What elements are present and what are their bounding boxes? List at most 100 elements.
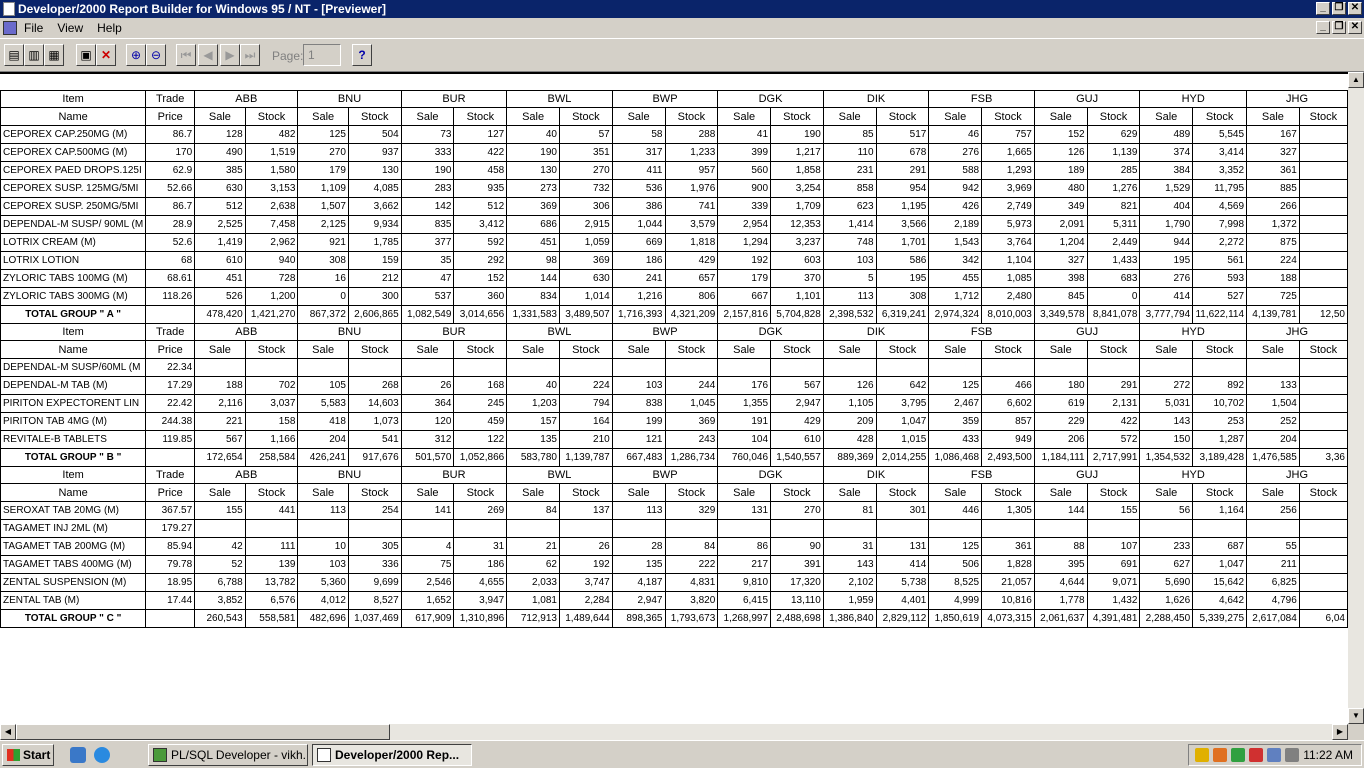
- first-page-icon[interactable]: ⏮: [176, 44, 196, 66]
- group-total-value: 1,331,583: [506, 305, 560, 324]
- scroll-right-arrow-icon[interactable]: ▶: [1332, 724, 1348, 740]
- sale-cell: 1,419: [194, 233, 246, 252]
- stock-cell: 6,602: [981, 394, 1035, 413]
- sale-header: Sale: [1139, 483, 1194, 502]
- stock-cell: 391: [770, 555, 824, 574]
- product-name: TAGAMET TAB 200MG (M): [0, 537, 147, 556]
- stock-cell: 1,433: [1086, 251, 1141, 270]
- shield-icon[interactable]: [1195, 748, 1209, 762]
- stock-cell: 4,831: [664, 573, 719, 592]
- close-button[interactable]: ✕: [1348, 2, 1362, 15]
- sale-cell: 180: [1033, 376, 1088, 395]
- sale-cell: 31: [822, 537, 877, 556]
- document-icon[interactable]: [3, 21, 17, 35]
- group-total-value: 260,543: [194, 609, 246, 628]
- previous-page-icon[interactable]: ◀: [198, 44, 218, 66]
- group-total-blank: [145, 305, 196, 324]
- stock-cell: 3,414: [1192, 143, 1248, 162]
- horizontal-scrollbar[interactable]: ◀ ▶: [0, 724, 1348, 740]
- sale-cell: 41: [717, 125, 772, 144]
- menu-view[interactable]: View: [57, 21, 83, 35]
- zoom-in-icon[interactable]: ⊕: [126, 44, 146, 66]
- sale-cell: [400, 358, 455, 377]
- trade-price: 68: [145, 251, 196, 270]
- sale-header: Sale: [928, 340, 983, 359]
- group-header-row: Item Trade ABB BNU BUR BWL BWP DGK DIK FSB GUJ HYD J…: [0, 90, 1348, 108]
- scroll-up-arrow-icon[interactable]: ▲: [1348, 72, 1364, 88]
- sale-cell: 42: [194, 537, 246, 556]
- clock: 11:22 AM: [1303, 748, 1353, 762]
- sale-cell: 1,414: [822, 215, 877, 234]
- horizontal-scroll-thumb[interactable]: [16, 724, 390, 740]
- stock-cell: 245: [453, 394, 508, 413]
- region-header: ABB: [194, 323, 299, 341]
- internet-explorer-icon[interactable]: [94, 747, 110, 763]
- table-row: TAGAMET INJ 2ML (M) 179.27: [0, 519, 1348, 538]
- size-grip[interactable]: [1348, 724, 1364, 740]
- maximize-button[interactable]: ❐: [1332, 2, 1346, 15]
- stock-cell: [1298, 591, 1348, 610]
- last-page-icon[interactable]: ⏭: [240, 44, 260, 66]
- task-report-builder[interactable]: Developer/2000 Rep...: [312, 744, 472, 766]
- group-total-value: 1,476,585: [1246, 448, 1300, 467]
- start-button[interactable]: Start: [2, 744, 54, 766]
- page-number-input[interactable]: [303, 44, 341, 66]
- sale-cell: 188: [1246, 269, 1300, 288]
- minimize-button[interactable]: _: [1316, 2, 1330, 15]
- stock-cell: 821: [1086, 197, 1141, 216]
- group-total-value: 172,654: [194, 448, 246, 467]
- next-page-icon[interactable]: ▶: [220, 44, 240, 66]
- page-setup-icon[interactable]: ▥: [24, 44, 44, 66]
- sale-header: Sale: [194, 483, 246, 502]
- menu-help[interactable]: Help: [97, 21, 122, 35]
- sale-cell: 1,959: [822, 591, 877, 610]
- sale-cell: 1,372: [1246, 215, 1300, 234]
- sale-cell: 630: [194, 179, 246, 198]
- sale-cell: 143: [822, 555, 877, 574]
- desktop-icon[interactable]: [70, 747, 86, 763]
- vertical-scrollbar[interactable]: ▲ ▼: [1348, 72, 1364, 724]
- task-plsql-developer[interactable]: PL/SQL Developer - vikh...: [148, 744, 308, 766]
- child-close-button[interactable]: ✕: [1348, 21, 1362, 34]
- sync-icon[interactable]: [1231, 748, 1245, 762]
- sale-cell: 241: [611, 269, 666, 288]
- trade-price: 22.42: [145, 394, 196, 413]
- group-total-value: 258,584: [244, 448, 299, 467]
- zoom-out-icon[interactable]: ⊖: [146, 44, 166, 66]
- stock-cell: 2,962: [244, 233, 299, 252]
- help-button[interactable]: ?: [352, 44, 372, 66]
- stock-header: Stock: [981, 107, 1035, 126]
- stock-cell: 2,131: [1086, 394, 1141, 413]
- child-minimize-button[interactable]: _: [1316, 21, 1330, 34]
- stock-cell: 3,820: [664, 591, 719, 610]
- stock-cell: 122: [453, 430, 508, 449]
- close-previewer-icon[interactable]: ✕: [96, 44, 116, 66]
- menu-file[interactable]: File: [24, 21, 43, 35]
- stock-cell: [558, 519, 613, 538]
- scroll-down-arrow-icon[interactable]: ▼: [1348, 708, 1364, 724]
- region-header: DGK: [717, 323, 824, 341]
- app-icon: [3, 2, 15, 16]
- new-previewer-icon[interactable]: ▣: [76, 44, 96, 66]
- print-setup-icon[interactable]: ▦: [44, 44, 64, 66]
- stock-cell: 3,566: [875, 215, 930, 234]
- stock-cell: 678: [875, 143, 930, 162]
- stock-cell: 168: [453, 376, 508, 395]
- group-total-row: TOTAL GROUP " A " 478,420 1,421,270 867,372…: [0, 305, 1348, 324]
- sale-header: Sale: [1033, 107, 1088, 126]
- volume-icon[interactable]: [1285, 748, 1299, 762]
- region-header: BUR: [400, 90, 508, 108]
- stock-cell: 308: [875, 287, 930, 306]
- sale-cell: 126: [822, 376, 877, 395]
- update-icon[interactable]: [1213, 748, 1227, 762]
- transfer-icon[interactable]: [1249, 748, 1263, 762]
- sale-cell: 273: [506, 179, 560, 198]
- sale-cell: 667: [717, 287, 772, 306]
- network-icon[interactable]: [1267, 748, 1281, 762]
- child-restore-button[interactable]: ❐: [1332, 21, 1346, 34]
- scroll-left-arrow-icon[interactable]: ◀: [0, 724, 16, 740]
- print-icon[interactable]: ▤: [4, 44, 24, 66]
- group-total-value: 1,310,896: [453, 609, 508, 628]
- stock-header: Stock: [244, 340, 299, 359]
- stock-cell: [1298, 358, 1348, 377]
